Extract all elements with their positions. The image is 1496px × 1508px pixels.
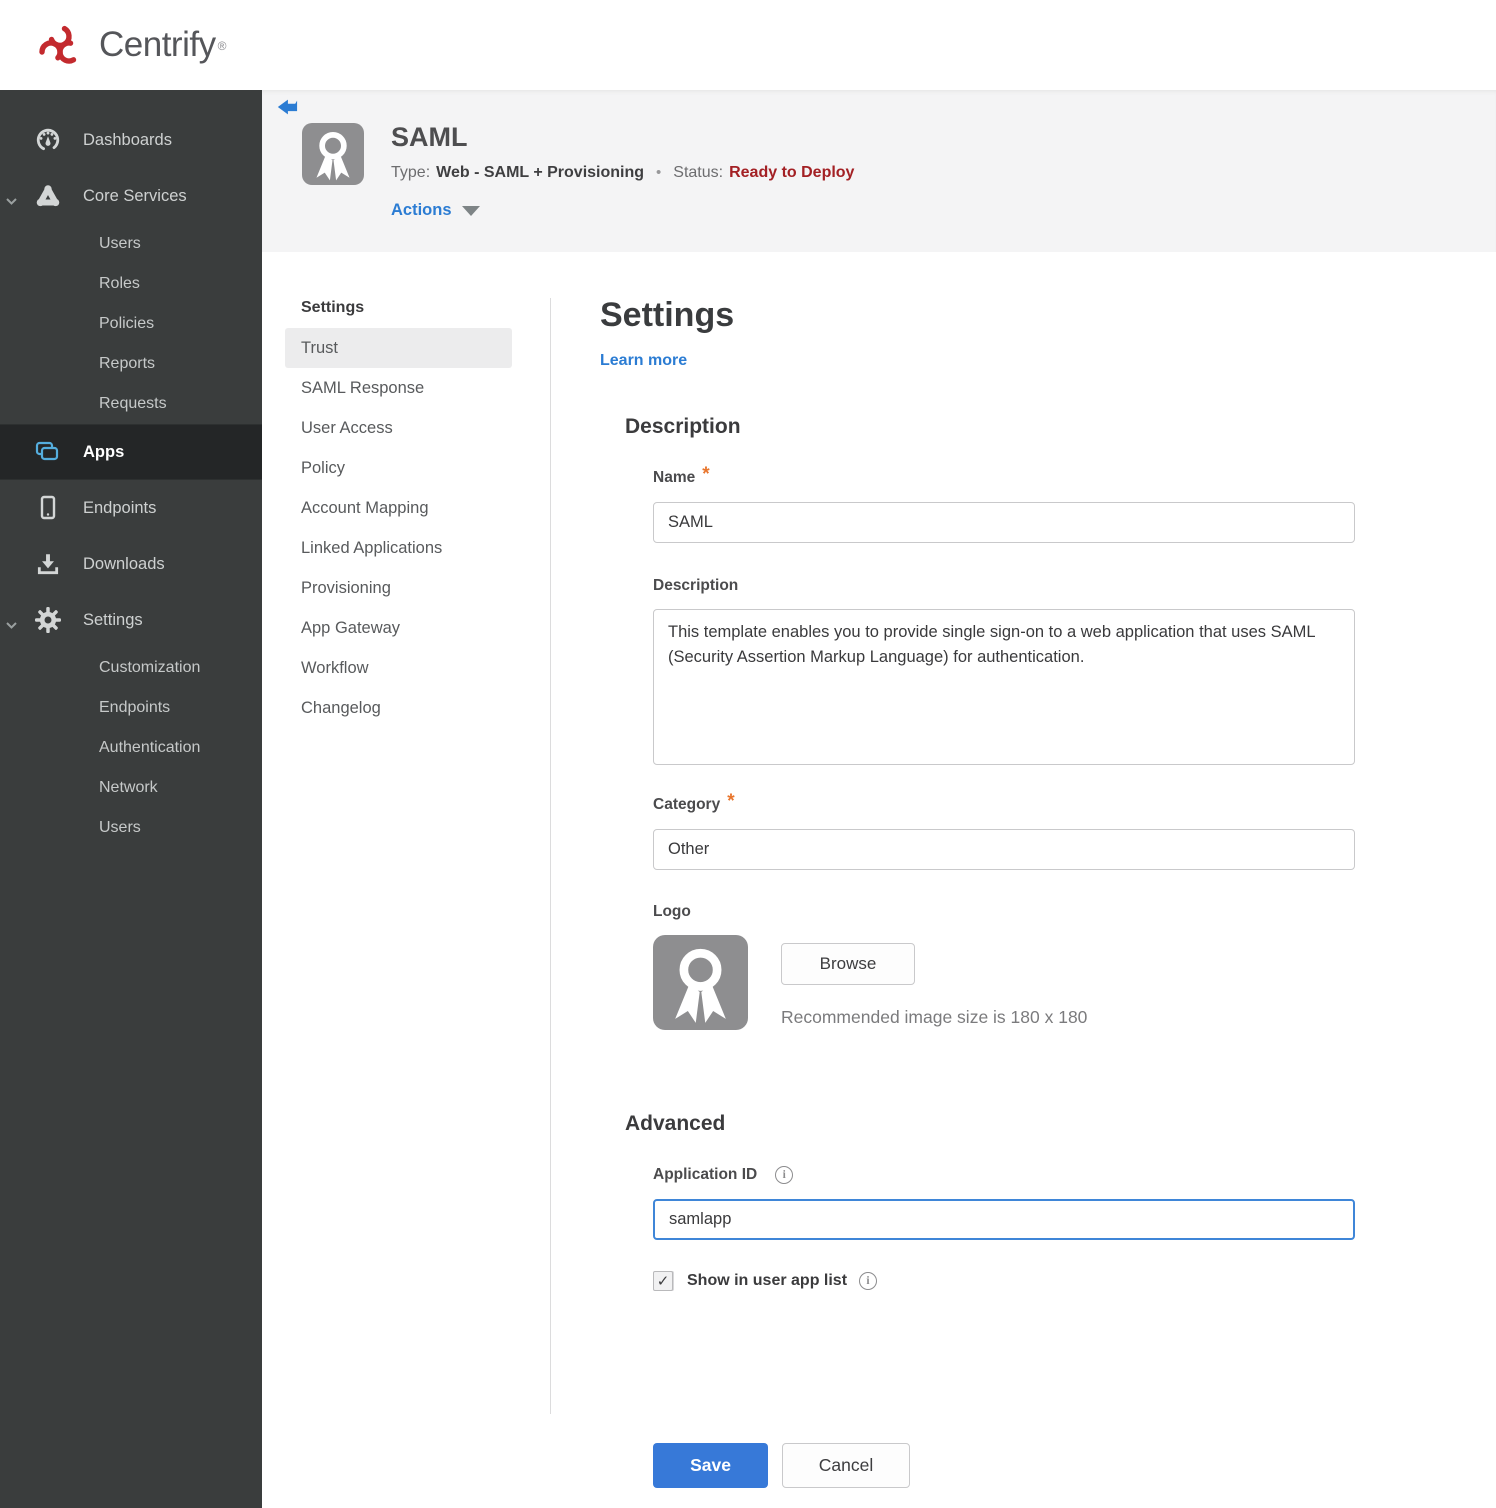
learn-more-link[interactable]: Learn more [600,352,687,370]
subnav-item-provisioning[interactable]: Provisioning [285,568,512,608]
application-id-input[interactable] [653,1199,1355,1240]
show-in-user-app-list-label: Show in user app list [687,1272,848,1289]
chevron-down-icon[interactable] [6,192,17,210]
chevron-down-icon[interactable] [6,616,17,634]
application-id-label: Application ID [653,1166,758,1183]
required-asterisk: * [727,791,735,812]
sidebar-item-endpoints[interactable]: Endpoints [0,480,262,536]
actions-dropdown[interactable]: Actions [391,201,854,220]
apps-icon [35,440,61,464]
vertical-divider [550,298,551,1414]
description-textarea[interactable]: This template enables you to provide sin… [653,609,1355,765]
status-value: Ready to Deploy [729,163,855,181]
category-label: Category [653,796,721,813]
trademark-symbol: ® [217,38,227,53]
caret-down-icon [461,206,480,217]
brand-logo: Centrify ® [33,18,226,72]
subnav-item-saml-response[interactable]: SAML Response [285,368,512,408]
app-header: SAML Type: Web - SAML + Provisioning • S… [262,90,1496,252]
back-arrow-icon[interactable] [276,97,298,117]
show-in-user-app-list-checkbox[interactable]: ✓ [653,1271,673,1291]
browse-button[interactable]: Browse [781,943,915,985]
sidebar-item-settings-endpoints[interactable]: Endpoints [0,688,262,728]
subnav-item-changelog[interactable]: Changelog [285,688,512,728]
type-value: Web - SAML + Provisioning [436,163,645,181]
sidebar-item-label: Apps [83,442,125,461]
molecule-icon [35,183,61,209]
name-input[interactable] [653,502,1355,543]
subnav-item-workflow[interactable]: Workflow [285,648,512,688]
sidebar-item-settings[interactable]: Settings [0,592,262,648]
gear-icon [35,607,61,633]
name-label: Name [653,469,696,486]
sidebar-item-label: Settings [83,610,143,629]
sidebar-item-users[interactable]: Users [0,224,262,264]
sidebar-item-authentication[interactable]: Authentication [0,728,262,768]
sidebar-item-requests[interactable]: Requests [0,384,262,424]
app-subnav: Settings Trust SAML Response User Access… [262,252,550,1508]
sidebar-item-network[interactable]: Network [0,768,262,808]
top-bar: Centrify ® [0,0,1496,90]
sidebar-item-label: Core Services [83,186,187,205]
mobile-device-icon [35,495,61,521]
page-title: Settings [600,296,735,334]
status-label: Status: [673,163,724,181]
sidebar-item-label: Endpoints [83,498,157,517]
sidebar-item-apps[interactable]: Apps [0,424,262,480]
subnav-item-user-access[interactable]: User Access [285,408,512,448]
subnav-item-trust[interactable]: Trust [285,328,512,368]
download-icon [35,551,61,577]
type-label: Type: [391,163,431,181]
meta-separator: • [656,164,662,182]
sidebar-item-roles[interactable]: Roles [0,264,262,304]
gauge-icon [35,127,61,153]
settings-panel: Settings Learn more Description Name * D… [600,252,1380,1508]
app-logo [302,123,364,185]
logo-label: Logo [653,903,691,920]
sidebar-item-label: Dashboards [83,130,172,149]
sidebar-item-label: Downloads [83,554,165,573]
sidebar-item-reports[interactable]: Reports [0,344,262,384]
required-asterisk: * [702,464,710,485]
advanced-section-heading: Advanced [625,1112,726,1135]
subnav-item-policy[interactable]: Policy [285,448,512,488]
category-input[interactable] [653,829,1355,870]
sidebar-item-customization[interactable]: Customization [0,648,262,688]
sidebar-item-settings-users[interactable]: Users [0,808,262,848]
description-section-heading: Description [625,415,741,438]
sidebar-item-policies[interactable]: Policies [0,304,262,344]
subnav-item-account-mapping[interactable]: Account Mapping [285,488,512,528]
sidebar-item-dashboards[interactable]: Dashboards [0,112,262,168]
info-icon[interactable]: i [775,1166,794,1184]
subnav-item-linked-applications[interactable]: Linked Applications [285,528,512,568]
sidebar: Dashboards Core Services Users Roles Pol… [0,90,262,1508]
cancel-button[interactable]: Cancel [782,1443,910,1488]
logo-preview-image [653,935,748,1030]
centrify-swirl-icon [39,25,77,64]
actions-label: Actions [391,200,452,219]
subnav-header: Settings [301,299,365,316]
subnav-item-app-gateway[interactable]: App Gateway [285,608,512,648]
sidebar-item-core-services[interactable]: Core Services [0,168,262,224]
sidebar-item-downloads[interactable]: Downloads [0,536,262,592]
save-button[interactable]: Save [653,1443,768,1488]
brand-name: Centrify [99,25,216,64]
app-title: SAML [391,122,468,152]
info-icon[interactable]: i [859,1272,878,1290]
logo-size-hint: Recommended image size is 180 x 180 [781,1007,1088,1027]
description-label: Description [653,577,739,594]
